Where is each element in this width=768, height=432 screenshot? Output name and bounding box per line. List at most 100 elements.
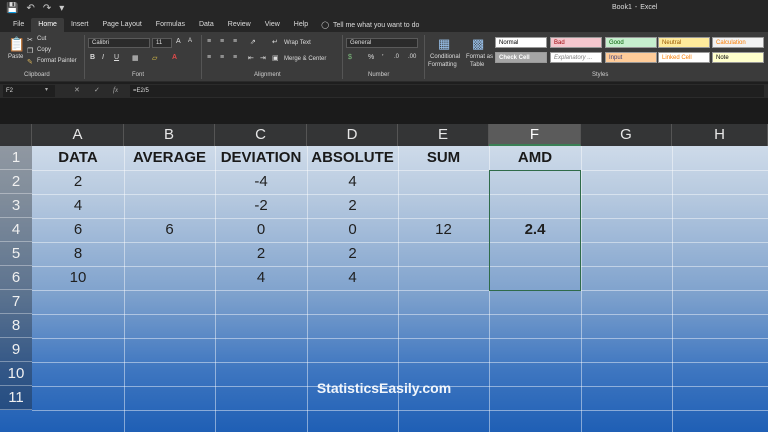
borders-icon[interactable]: ▦ (132, 54, 139, 62)
italic-button[interactable]: I (102, 54, 104, 61)
copy-button[interactable]: Copy (37, 47, 51, 53)
column-header-c[interactable]: C (215, 124, 307, 146)
style-good[interactable]: Good (605, 37, 657, 48)
row-header-4[interactable]: 4 (0, 218, 32, 242)
row-header-1[interactable]: 1 (0, 146, 32, 170)
enter-icon[interactable]: ✓ (94, 86, 100, 94)
cell-c5[interactable]: 2 (215, 242, 307, 266)
conditional-formatting-label-1[interactable]: Conditional (430, 54, 460, 60)
column-header-d[interactable]: D (307, 124, 398, 146)
shrink-font-icon[interactable]: A (188, 38, 192, 44)
cell-b1[interactable]: AVERAGE (124, 146, 215, 170)
customize-icon[interactable]: ▾ (59, 3, 64, 14)
font-color-icon[interactable]: A (172, 54, 177, 61)
cell-c4[interactable]: 0 (215, 218, 307, 242)
column-header-f[interactable]: F (489, 124, 581, 146)
row-header-2[interactable]: 2 (0, 170, 32, 194)
cell-f2-merged[interactable]: 2.4 (489, 218, 581, 242)
bottom-align-icon[interactable]: ≡ (233, 38, 237, 45)
cell-a3[interactable]: 4 (32, 194, 124, 218)
tab-page-layout[interactable]: Page Layout (95, 18, 148, 32)
cell-a6[interactable]: 10 (32, 266, 124, 290)
merge-center-button[interactable]: Merge & Center (284, 56, 326, 62)
insert-function-icon[interactable]: fx (113, 86, 118, 94)
tab-view[interactable]: View (258, 18, 287, 32)
cell-a5[interactable]: 8 (32, 242, 124, 266)
conditional-formatting-label-2[interactable]: Formatting (428, 62, 457, 68)
grow-font-icon[interactable]: A (176, 38, 181, 45)
formula-input[interactable]: =E2/5 (130, 85, 764, 97)
column-header-h[interactable]: H (672, 124, 768, 146)
top-align-icon[interactable]: ≡ (207, 38, 211, 45)
tab-data[interactable]: Data (192, 18, 221, 32)
column-header-g[interactable]: G (581, 124, 672, 146)
save-icon[interactable]: 💾 (6, 3, 18, 14)
format-painter-icon[interactable]: ✎ (27, 58, 33, 66)
tab-help[interactable]: Help (287, 18, 315, 32)
decrease-indent-icon[interactable]: ⇤ (248, 54, 254, 62)
cell-d1[interactable]: ABSOLUTE (307, 146, 398, 170)
font-name-dropdown[interactable]: Calibri (88, 38, 150, 48)
cell-d2[interactable]: 4 (307, 170, 398, 194)
worksheet-grid[interactable]: A B C D E F G H 1 2 3 4 5 6 7 8 9 10 11 … (0, 124, 768, 432)
orientation-icon[interactable]: ⇗ (250, 38, 256, 46)
style-note[interactable]: Note (712, 52, 764, 63)
cell-f1[interactable]: AMD (489, 146, 581, 170)
wrap-text-icon[interactable]: ↵ (272, 38, 278, 46)
tab-formulas[interactable]: Formulas (149, 18, 192, 32)
tab-home[interactable]: Home (31, 18, 64, 32)
cell-c1[interactable]: DEVIATION (215, 146, 307, 170)
font-size-dropdown[interactable]: 11 (152, 38, 172, 48)
cell-b2-merged[interactable]: 6 (124, 218, 215, 242)
increase-indent-icon[interactable]: ⇥ (260, 54, 266, 62)
cell-a4[interactable]: 6 (32, 218, 124, 242)
style-bad[interactable]: Bad (550, 37, 602, 48)
style-neutral[interactable]: Neutral (658, 37, 710, 48)
style-normal[interactable]: Normal (495, 37, 547, 48)
paste-button[interactable]: Paste (8, 54, 23, 60)
conditional-formatting-icon[interactable]: ▦ (438, 36, 450, 52)
cell-e1[interactable]: SUM (398, 146, 489, 170)
cell-d3[interactable]: 2 (307, 194, 398, 218)
style-explanatory[interactable]: Explanatory ... (550, 52, 602, 63)
column-header-b[interactable]: B (124, 124, 215, 146)
cell-d6[interactable]: 4 (307, 266, 398, 290)
tab-insert[interactable]: Insert (64, 18, 96, 32)
cell-a2[interactable]: 2 (32, 170, 124, 194)
select-all-corner[interactable] (0, 124, 32, 146)
merge-icon[interactable]: ▣ (272, 54, 279, 62)
align-left-icon[interactable]: ≡ (207, 54, 211, 61)
tab-review[interactable]: Review (221, 18, 258, 32)
style-check-cell[interactable]: Check Cell (495, 52, 547, 63)
format-as-table-icon[interactable]: ▩ (472, 36, 484, 52)
cell-d5[interactable]: 2 (307, 242, 398, 266)
bold-button[interactable]: B (90, 54, 95, 61)
fill-color-icon[interactable]: ▱ (152, 54, 157, 62)
comma-style-icon[interactable]: ’ (382, 54, 384, 61)
wrap-text-button[interactable]: Wrap Text (284, 40, 311, 46)
format-as-table-label-1[interactable]: Format as (466, 54, 493, 60)
style-input[interactable]: Input (605, 52, 657, 63)
middle-align-icon[interactable]: ≡ (220, 38, 224, 45)
format-painter-button[interactable]: Format Painter (37, 58, 77, 64)
cell-a1[interactable]: DATA (32, 146, 124, 170)
cell-d4[interactable]: 0 (307, 218, 398, 242)
number-format-dropdown[interactable]: General (346, 38, 418, 48)
style-linked-cell[interactable]: Linked Cell (658, 52, 710, 63)
tab-file[interactable]: File (6, 18, 31, 32)
cancel-icon[interactable]: ✕ (74, 86, 80, 94)
tell-me-search[interactable]: ◯ Tell me what you want to do (321, 21, 419, 30)
undo-icon[interactable]: ↶ (26, 3, 34, 14)
row-header-9[interactable]: 9 (0, 338, 32, 362)
name-box-dropdown-icon[interactable]: ▾ (45, 86, 48, 93)
cell-c6[interactable]: 4 (215, 266, 307, 290)
accounting-icon[interactable]: $ (348, 54, 352, 61)
cell-c3[interactable]: -2 (215, 194, 307, 218)
cell-e2-merged[interactable]: 12 (398, 218, 489, 242)
row-header-8[interactable]: 8 (0, 314, 32, 338)
decrease-decimal-icon[interactable]: .00 (408, 54, 416, 60)
row-header-7[interactable]: 7 (0, 290, 32, 314)
increase-decimal-icon[interactable]: .0 (394, 54, 399, 60)
row-header-6[interactable]: 6 (0, 266, 32, 290)
format-as-table-label-2[interactable]: Table (470, 62, 484, 68)
